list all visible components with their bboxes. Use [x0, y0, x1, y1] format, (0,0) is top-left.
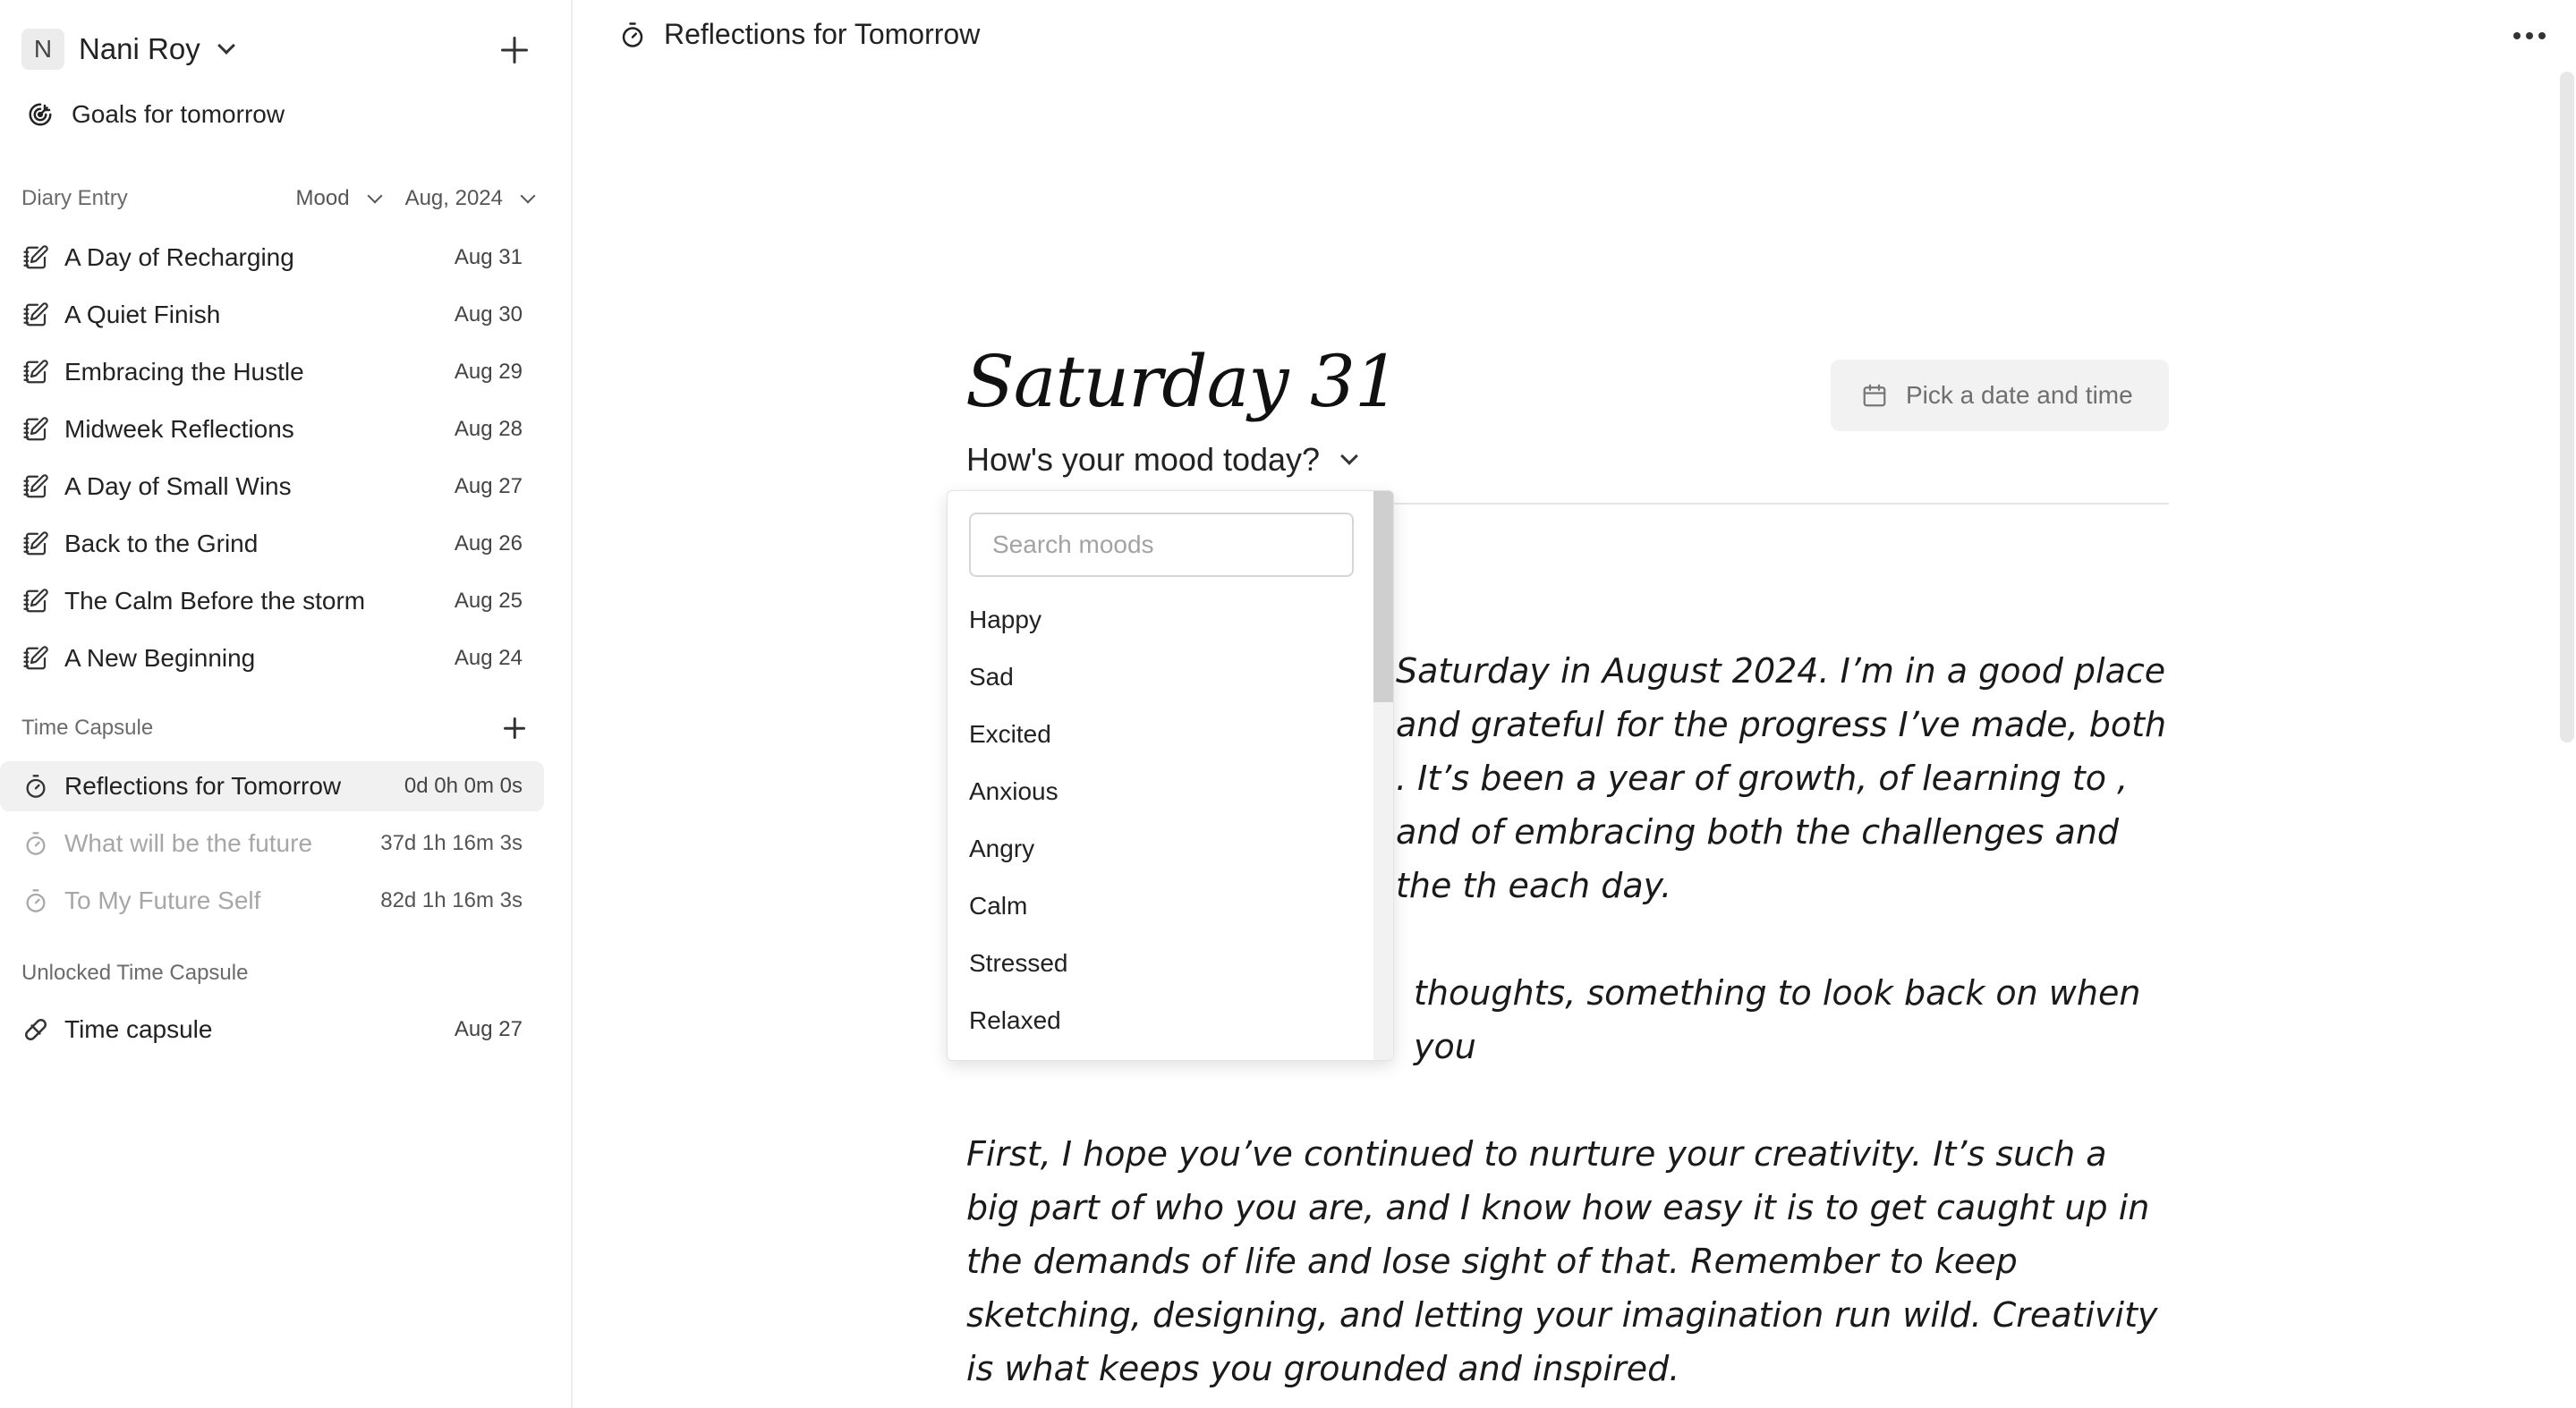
diary-entry-title: Midweek Reflections [64, 415, 294, 443]
notebook-pen-icon [21, 530, 50, 558]
sidebar: N Nani Roy Goals for tomorrow Diary Entr… [0, 0, 573, 1408]
add-time-capsule-icon[interactable] [504, 717, 525, 739]
notebook-pen-icon [21, 301, 50, 329]
add-icon[interactable] [501, 37, 528, 64]
time-capsule-section-header: Time Capsule [21, 716, 533, 741]
time-capsule-countdown: 0d 0h 0m 0s [404, 774, 523, 798]
pick-date-label: Pick a date and time [1906, 381, 2133, 409]
notebook-pen-icon [21, 358, 50, 386]
user-switcher[interactable]: N Nani Roy [21, 29, 235, 70]
diary-entry-item[interactable]: A Day of Recharging Aug 31 [0, 233, 544, 283]
diary-section-header: Diary Entry Mood Aug, 2024 [21, 186, 536, 211]
diary-entry-date: Aug 31 [454, 245, 523, 269]
date-filter[interactable]: Aug, 2024 [404, 186, 536, 211]
diary-entry-date: Aug 29 [454, 360, 523, 384]
pill-icon [21, 1015, 50, 1044]
time-capsule-title: Reflections for Tomorrow [64, 772, 342, 800]
page-title: Reflections for Tomorrow [664, 18, 981, 50]
diary-entry-title: The Calm Before the storm [64, 587, 366, 615]
chevron-down-icon [367, 188, 383, 204]
diary-entry-item[interactable]: The Calm Before the storm Aug 25 [0, 576, 544, 626]
timer-icon [21, 772, 50, 801]
notebook-pen-icon [21, 644, 50, 673]
timer-icon [21, 829, 50, 858]
main-content: Reflections for Tomorrow Saturday 31 Pic… [574, 0, 2576, 1408]
diary-entry-item[interactable]: A New Beginning Aug 24 [0, 633, 544, 683]
more-options-icon[interactable] [2513, 32, 2546, 39]
mood-option[interactable]: Happy [969, 600, 1041, 640]
time-capsule-item[interactable]: To My Future Self 82d 1h 16m 3s [0, 876, 544, 926]
diary-entry-title: A Quiet Finish [64, 301, 221, 328]
avatar: N [21, 29, 64, 70]
unlocked-capsule-title: Time capsule [64, 1015, 213, 1043]
diary-entry-item[interactable]: A Day of Small Wins Aug 27 [0, 462, 544, 512]
timer-icon [622, 21, 643, 47]
goals-link[interactable]: Goals for tomorrow [27, 95, 285, 134]
time-capsule-countdown: 37d 1h 16m 3s [380, 831, 523, 855]
mood-filter-label: Mood [295, 186, 350, 210]
scrollbar-thumb[interactable] [2560, 72, 2574, 742]
mood-option[interactable]: Calm [969, 886, 1027, 926]
date-filter-label: Aug, 2024 [404, 186, 503, 210]
mood-option[interactable]: Stressed [969, 944, 1068, 983]
diary-entry-item[interactable]: A Quiet Finish Aug 30 [0, 290, 544, 340]
search-moods-input[interactable] [969, 513, 1354, 577]
target-icon [29, 103, 52, 126]
entry-paragraph[interactable]: First, I hope you’ve continued to nurtur… [966, 1127, 2169, 1395]
time-capsule-title: What will be the future [64, 829, 313, 857]
mood-option[interactable]: Angry [969, 829, 1034, 869]
diary-entry-title: A Day of Recharging [64, 243, 294, 271]
diary-entry-date: Aug 27 [454, 474, 523, 498]
diary-entry-item[interactable]: Embracing the Hustle Aug 29 [0, 347, 544, 397]
diary-entry-date: Aug 26 [454, 531, 523, 556]
diary-entry-date: Aug 24 [454, 646, 523, 670]
diary-entry-title: A Day of Small Wins [64, 472, 292, 500]
dropdown-scrollbar-thumb[interactable] [1373, 491, 1393, 702]
time-capsule-item[interactable]: What will be the future 37d 1h 16m 3s [0, 819, 544, 869]
mood-option[interactable]: Anxious [969, 772, 1058, 811]
diary-entry-date: Aug 25 [454, 589, 523, 613]
mood-option[interactable]: Excited [969, 715, 1051, 754]
time-capsule-item[interactable]: Reflections for Tomorrow 0d 0h 0m 0s [0, 761, 544, 811]
time-capsule-countdown: 82d 1h 16m 3s [380, 888, 523, 912]
user-name: Nani Roy [79, 32, 200, 65]
diary-section-title: Diary Entry [21, 186, 128, 210]
mood-dropdown: Happy Sad Excited Anxious Angry Calm Str… [947, 490, 1394, 1061]
chevron-down-icon [1340, 447, 1358, 465]
pick-date-button[interactable]: Pick a date and time [1831, 360, 2169, 431]
date-heading: Saturday 31 [965, 340, 1400, 423]
goals-label: Goals for tomorrow [72, 100, 285, 128]
chevron-down-icon [520, 188, 536, 204]
unlocked-section-title: Unlocked Time Capsule [21, 961, 249, 985]
mood-option[interactable]: Sad [969, 657, 1014, 697]
unlocked-capsule-item[interactable]: Time capsule Aug 27 [0, 1005, 544, 1055]
mood-prompt: How's your mood today? [966, 441, 1321, 478]
diary-entry-item[interactable]: Back to the Grind Aug 26 [0, 519, 544, 569]
diary-entry-date: Aug 30 [454, 302, 523, 327]
diary-entry-title: Back to the Grind [64, 530, 259, 557]
diary-entry-item[interactable]: Midweek Reflections Aug 28 [0, 404, 544, 454]
notebook-pen-icon [21, 587, 50, 615]
diary-entry-title: Embracing the Hustle [64, 358, 304, 386]
time-capsule-section-title: Time Capsule [21, 716, 154, 740]
mood-select[interactable]: How's your mood today? [966, 441, 1358, 479]
diary-entry-title: A New Beginning [64, 644, 256, 672]
notebook-pen-icon [21, 472, 50, 501]
notebook-pen-icon [21, 415, 50, 444]
unlocked-section-header: Unlocked Time Capsule [21, 961, 248, 986]
unlocked-capsule-date: Aug 27 [454, 1017, 523, 1041]
diary-entry-date: Aug 28 [454, 417, 523, 441]
chevron-down-icon [217, 37, 235, 55]
timer-icon [21, 886, 50, 915]
mood-option[interactable]: Relaxed [969, 1001, 1061, 1040]
time-capsule-title: To My Future Self [64, 886, 261, 914]
mood-filter[interactable]: Mood [295, 186, 383, 211]
calendar-icon [1863, 384, 1886, 407]
page-title-bar: Reflections for Tomorrow [619, 18, 980, 51]
notebook-pen-icon [21, 243, 50, 272]
